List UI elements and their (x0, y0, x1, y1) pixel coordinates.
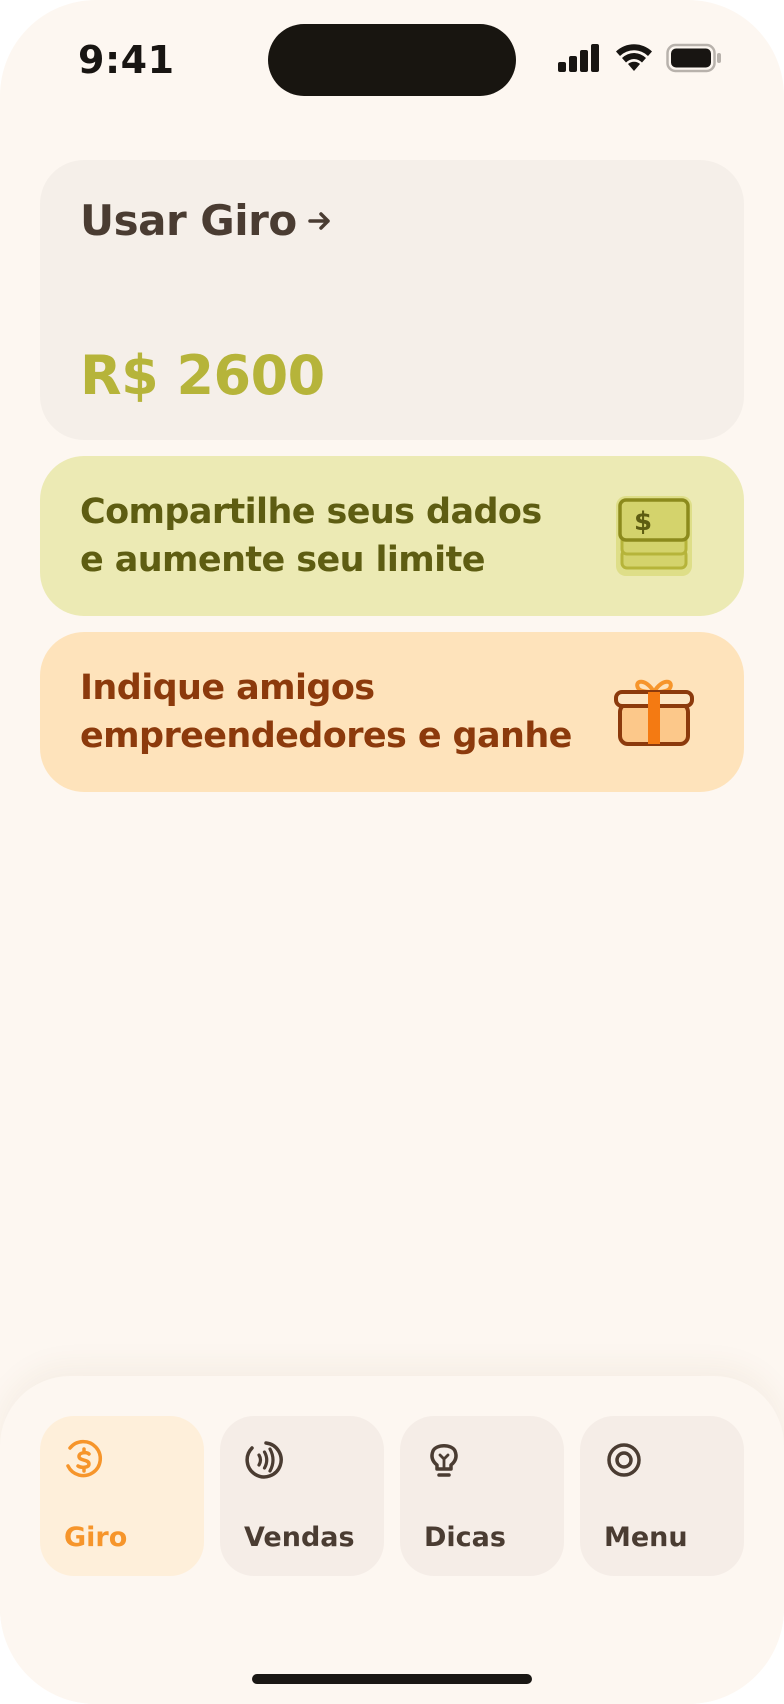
giro-title-link[interactable]: Usar Giro (80, 196, 333, 245)
invite-friends-text: Indique amigos empreendedores e ganhe (80, 664, 580, 760)
nav-item-menu[interactable]: Menu (580, 1416, 744, 1576)
invite-friends-line1: Indique amigos (80, 668, 375, 708)
nav-label-dicas: Dicas (424, 1522, 506, 1553)
home-indicator (252, 1674, 532, 1684)
contactless-icon (245, 1441, 283, 1479)
battery-icon (666, 43, 721, 73)
lightbulb-icon (430, 1444, 458, 1477)
arrow-right-icon (307, 211, 330, 230)
gift-icon (614, 679, 694, 746)
invite-friends-card[interactable]: Indique amigos empreendedores e ganhe (40, 632, 744, 792)
nav-item-vendas[interactable]: Vendas (220, 1416, 384, 1576)
bottom-nav: Giro Vendas Dicas Menu (0, 1376, 784, 1704)
wifi-icon (616, 44, 652, 71)
app-screen: 9:41 Usar Giro R$ 2600 Compartilhe seus … (0, 0, 784, 1704)
status-time: 9:41 (78, 38, 175, 82)
share-data-text: Compartilhe seus dados e aumente seu lim… (80, 488, 580, 584)
giro-amount: R$ 2600 (80, 344, 325, 407)
giro-title: Usar Giro (80, 196, 297, 245)
nav-label-menu: Menu (604, 1522, 688, 1553)
coin-icon (66, 1439, 102, 1478)
giro-card[interactable]: Usar Giro R$ 2600 (40, 160, 744, 440)
signal-icon (558, 44, 599, 72)
share-data-card[interactable]: Compartilhe seus dados e aumente seu lim… (40, 456, 744, 616)
dynamic-island (268, 24, 516, 96)
money-stack-icon: $ (616, 496, 692, 576)
nav-item-giro[interactable]: Giro (40, 1416, 204, 1576)
nav-item-dicas[interactable]: Dicas (400, 1416, 564, 1576)
nav-label-vendas: Vendas (244, 1522, 355, 1553)
share-data-line2: e aumente seu limite (80, 540, 485, 580)
status-icons (556, 40, 722, 76)
nav-label-giro: Giro (64, 1522, 128, 1553)
share-data-line1: Compartilhe seus dados (80, 492, 542, 532)
svg-text:$: $ (634, 507, 652, 537)
menu-circle-icon (607, 1443, 641, 1477)
invite-friends-line2: empreendedores e ganhe (80, 716, 572, 756)
